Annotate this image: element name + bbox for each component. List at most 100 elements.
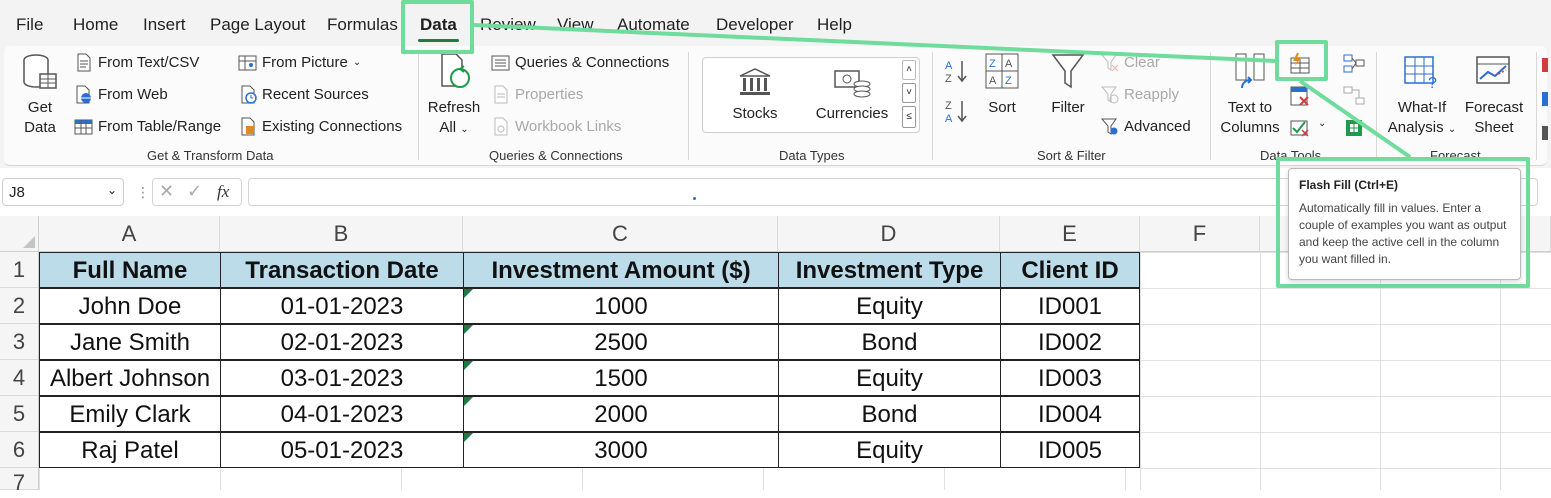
column-header-a[interactable]: A	[39, 216, 220, 252]
table-cell[interactable]: 1500	[463, 360, 779, 396]
table-cell[interactable]: Equity	[778, 288, 1001, 324]
table-cell[interactable]: John Doe	[39, 288, 221, 324]
column-header-c[interactable]: C	[463, 216, 778, 252]
filter-button[interactable]: Filter	[1044, 52, 1092, 118]
tab-home[interactable]: Home	[73, 15, 118, 35]
table-cell[interactable]: ID003	[1000, 360, 1140, 396]
row-header-2[interactable]: 2	[0, 288, 39, 324]
table-cell[interactable]: 05-01-2023	[220, 432, 464, 468]
table-cell[interactable]: 01-01-2023	[220, 288, 464, 324]
queries-connections-button[interactable]: Queries & Connections	[491, 53, 669, 72]
column-header-b[interactable]: B	[220, 216, 463, 252]
tab-data[interactable]: Data	[420, 15, 457, 35]
from-table-range-button[interactable]: From Table/Range	[74, 117, 221, 136]
advanced-button[interactable]: Advanced	[1100, 117, 1191, 136]
consolidate-button[interactable]	[1342, 52, 1366, 76]
empty-cells[interactable]	[1140, 252, 1551, 490]
existing-connections-button[interactable]: Existing Connections	[238, 117, 402, 136]
table-cell[interactable]: Equity	[778, 432, 1001, 468]
column-header-d[interactable]: D	[778, 216, 1000, 252]
row-header-4[interactable]: 4	[0, 360, 39, 396]
sort-az-icon: AZ	[945, 60, 967, 85]
remove-duplicates-button[interactable]	[1288, 84, 1314, 108]
table-cell[interactable]: 02-01-2023	[220, 324, 464, 360]
row-header-3[interactable]: 3	[0, 324, 39, 360]
row-header-1[interactable]: 1	[0, 252, 39, 288]
manage-data-model-button[interactable]	[1342, 116, 1366, 140]
sort-ascending-button[interactable]: AZ	[944, 58, 970, 89]
stocks-button[interactable]: Stocks	[720, 66, 790, 124]
tab-developer[interactable]: Developer	[716, 15, 794, 35]
tab-review[interactable]: Review	[480, 15, 536, 35]
table-cell[interactable]: Bond	[778, 396, 1001, 432]
flash-fill-button[interactable]	[1288, 52, 1314, 76]
name-box[interactable]: J8 ⌄	[2, 178, 124, 206]
table-cell[interactable]: ID005	[1000, 432, 1140, 468]
currencies-button[interactable]: Currencies	[810, 66, 894, 124]
table-cell[interactable]: 03-01-2023	[220, 360, 464, 396]
more-icon[interactable]: ⋮	[136, 184, 150, 201]
insert-function-icon[interactable]: fx	[217, 182, 229, 202]
row-header-6[interactable]: 6	[0, 432, 39, 468]
table-cell[interactable]: Equity	[778, 360, 1001, 396]
header-cell-transaction-date[interactable]: Transaction Date	[220, 252, 464, 288]
column-header-f[interactable]: F	[1140, 216, 1260, 252]
svg-text:A: A	[989, 75, 997, 87]
tab-help[interactable]: Help	[817, 15, 852, 35]
refresh-all-button[interactable]: Refresh All ⌄	[426, 52, 482, 140]
gallery-scroll-down[interactable]: ˅	[902, 83, 916, 103]
table-cell[interactable]: Emily Clark	[39, 396, 221, 432]
data-validation-button[interactable]: ⌄	[1288, 116, 1328, 140]
tab-automate[interactable]: Automate	[617, 15, 690, 35]
from-picture-button[interactable]: From Picture ⌄	[238, 53, 361, 72]
header-cell-client-id[interactable]: Client ID	[1000, 252, 1140, 288]
from-web-button[interactable]: From Web	[74, 85, 168, 104]
table-cell[interactable]: ID001	[1000, 288, 1140, 324]
table-cell[interactable]: 04-01-2023	[220, 396, 464, 432]
outline-group-icon[interactable]	[1542, 58, 1548, 140]
table-cell[interactable]: 2500	[463, 324, 779, 360]
header-cell-full-name[interactable]: Full Name	[39, 252, 221, 288]
tab-insert[interactable]: Insert	[143, 15, 186, 35]
forecast-sheet-button[interactable]: Forecast Sheet	[1462, 52, 1526, 138]
table-cell[interactable]: ID004	[1000, 396, 1140, 432]
relationships-button[interactable]	[1342, 84, 1366, 108]
tab-file[interactable]: File	[16, 15, 43, 35]
tab-page-layout[interactable]: Page Layout	[210, 15, 305, 35]
row-header-7[interactable]: 7	[0, 468, 39, 495]
table-cell[interactable]: Albert Johnson	[39, 360, 221, 396]
table-cell[interactable]: 1000	[463, 288, 779, 324]
column-header-e[interactable]: E	[1000, 216, 1140, 252]
gallery-scroll-up[interactable]: ˄	[902, 60, 916, 80]
sort-button[interactable]: ZAAZ Sort	[982, 52, 1022, 118]
row-header-5[interactable]: 5	[0, 396, 39, 432]
sort-descending-button[interactable]: ZA	[944, 98, 970, 129]
table-cell[interactable]: Raj Patel	[39, 432, 221, 468]
properties-button[interactable]: Properties	[491, 85, 583, 104]
what-if-analysis-button[interactable]: ? What-If Analysis ⌄	[1382, 52, 1462, 140]
workbook-links-button[interactable]: Workbook Links	[491, 117, 621, 136]
ribbon-separator	[932, 52, 933, 160]
gallery-expand[interactable]: ≤	[902, 106, 916, 128]
recent-sources-button[interactable]: Recent Sources	[238, 85, 369, 104]
tab-view[interactable]: View	[557, 15, 594, 35]
clear-button[interactable]: Clear	[1100, 53, 1160, 72]
text-to-columns-button[interactable]: Text to Columns	[1218, 52, 1282, 138]
table-cell[interactable]: 2000	[463, 396, 779, 432]
empty-row-7[interactable]	[39, 468, 1140, 490]
enter-icon[interactable]: ✓	[187, 181, 202, 202]
table-cell[interactable]: ID002	[1000, 324, 1140, 360]
from-picture-label: From Picture	[262, 54, 348, 71]
header-cell-investment-amount[interactable]: Investment Amount ($)	[463, 252, 779, 288]
get-data-button[interactable]: Get Data	[14, 52, 66, 138]
from-text-csv-button[interactable]: From Text/CSV	[74, 53, 199, 72]
tab-formulas[interactable]: Formulas	[327, 15, 398, 35]
table-cell[interactable]: Jane Smith	[39, 324, 221, 360]
table-cell[interactable]: 3000	[463, 432, 779, 468]
table-cell[interactable]: Bond	[778, 324, 1001, 360]
cancel-icon[interactable]: ✕	[159, 181, 174, 202]
header-cell-investment-type[interactable]: Investment Type	[778, 252, 1001, 288]
chevron-down-icon[interactable]: ⌄	[107, 183, 117, 197]
select-all-corner[interactable]	[0, 216, 39, 252]
reapply-button[interactable]: Reapply	[1100, 85, 1179, 104]
